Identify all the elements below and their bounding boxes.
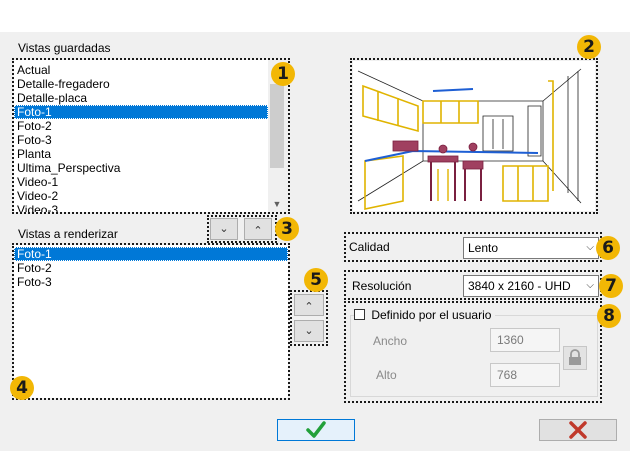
scroll-down-icon[interactable]: ▼ (268, 196, 286, 212)
resolution-select[interactable]: 3840 x 2160 - UHD ⌵ (463, 275, 599, 297)
badge-4: 4 (10, 376, 34, 400)
badge-5: 5 (304, 268, 328, 292)
list-item[interactable]: Planta (14, 147, 268, 161)
cancel-button[interactable] (539, 419, 617, 441)
badge-2: 2 (577, 35, 601, 59)
badge-3: 3 (275, 217, 299, 241)
quality-select[interactable]: Lento ⌵ (463, 237, 599, 259)
ok-button[interactable] (277, 419, 355, 441)
chevron-down-icon: ⌄ (304, 325, 314, 337)
view-preview-image (353, 61, 595, 211)
list-item[interactable]: Ultima_Perspectiva (14, 161, 268, 175)
quality-value: Lento (468, 241, 499, 255)
list-item[interactable]: Detalle-placa (14, 91, 268, 105)
list-item[interactable]: Foto-2 (14, 261, 288, 275)
list-item[interactable]: Video-3 (14, 203, 268, 212)
list-item[interactable]: Video-1 (14, 175, 268, 189)
height-label: Alto (376, 368, 397, 382)
saved-views-list[interactable]: Actual Detalle-fregadero Detalle-placa Foto… (14, 60, 268, 212)
chevron-up-icon: ⌃ (253, 225, 263, 237)
chevron-down-icon: ⌵ (586, 242, 594, 253)
resolution-label: Resolución (352, 279, 412, 293)
list-item[interactable]: Foto-1 (14, 247, 288, 261)
remove-from-render-button[interactable]: ⌄ (294, 320, 324, 342)
badge-8: 8 (597, 304, 621, 328)
window-title-bar (0, 0, 630, 32)
chevron-up-icon: ⌃ (304, 301, 314, 313)
chevron-down-icon: ⌄ (219, 223, 229, 235)
lock-icon (569, 349, 581, 365)
checkmark-icon (306, 421, 326, 438)
badge-1: 1 (271, 62, 295, 86)
list-item[interactable]: Actual (14, 63, 268, 77)
list-item[interactable]: Foto-3 (14, 275, 288, 289)
chevron-down-icon: ⌵ (586, 280, 594, 291)
custom-checkbox[interactable] (354, 309, 365, 321)
badge-7: 7 (599, 274, 623, 298)
badge-6: 6 (596, 236, 620, 260)
scrollbar-thumb[interactable] (270, 84, 284, 168)
list-item[interactable]: Detalle-fregadero (14, 77, 268, 91)
move-up-button[interactable]: ⌃ (244, 218, 272, 240)
width-label: Ancho (373, 334, 408, 348)
list-item[interactable]: Foto-1 (14, 105, 268, 119)
list-item[interactable]: Video-2 (14, 189, 268, 203)
custom-checkbox-label: Definido por el usuario (371, 307, 492, 322)
saved-views-label: Vistas guardadas (18, 41, 111, 55)
list-item[interactable]: Foto-2 (14, 119, 268, 133)
move-down-button[interactable]: ⌄ (210, 218, 238, 240)
custom-checkbox-row[interactable]: Definido por el usuario (354, 307, 496, 323)
x-icon (569, 421, 587, 439)
width-field[interactable]: 1360 (490, 328, 560, 352)
resolution-value: 3840 x 2160 - UHD (468, 279, 571, 293)
add-to-render-button[interactable]: ⌃ (294, 294, 324, 316)
list-item[interactable]: Foto-3 (14, 133, 268, 147)
render-views-label: Vistas a renderizar (18, 227, 118, 241)
height-field[interactable]: 768 (490, 363, 560, 387)
quality-label: Calidad (349, 240, 390, 254)
lock-aspect-button[interactable] (563, 346, 587, 370)
render-views-list[interactable]: Foto-1 Foto-2 Foto-3 (14, 245, 288, 398)
custom-groupbox (350, 315, 598, 397)
